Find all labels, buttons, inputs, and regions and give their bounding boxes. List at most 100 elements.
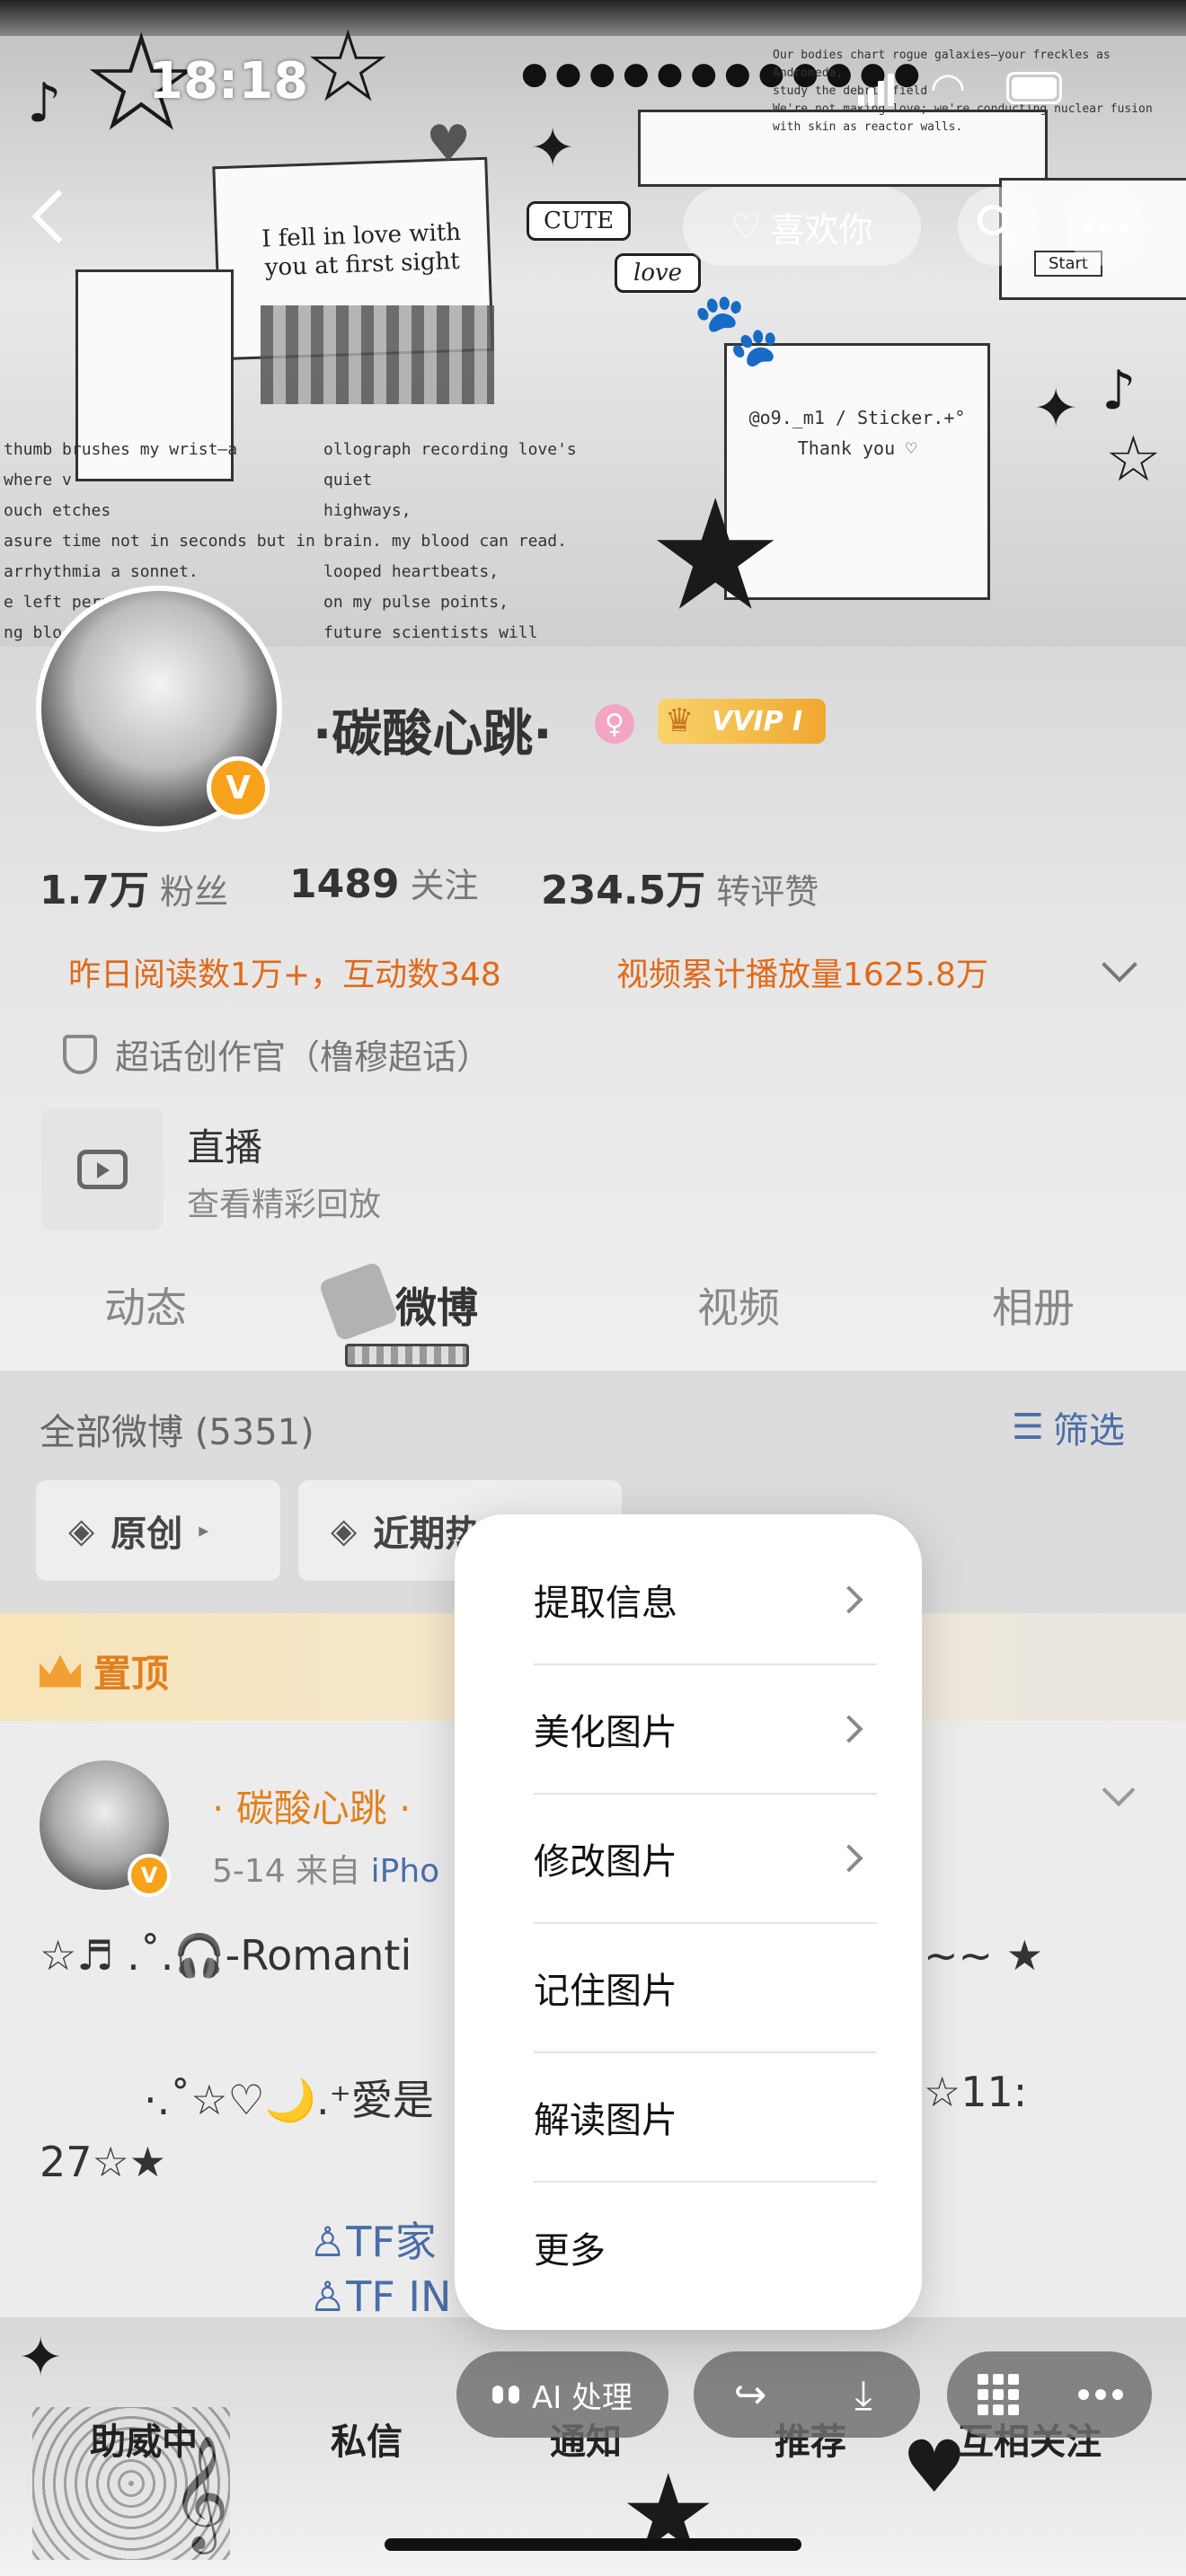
stat-label: 关注 bbox=[410, 866, 479, 905]
post-text-line: ☆♬ .˚.🎧-Romanti bbox=[40, 1931, 412, 1980]
menu-item-edit-image[interactable]: 修改图片 bbox=[534, 1795, 877, 1924]
female-gender-icon: ♀ bbox=[595, 704, 634, 744]
tab-video[interactable]: 视频 bbox=[697, 1275, 780, 1335]
image-context-menu: 提取信息 美化图片 修改图片 记住图片 解读图片 更多 bbox=[455, 1514, 922, 2330]
tab-album[interactable]: 相册 bbox=[992, 1275, 1075, 1335]
mention-label: TF IN bbox=[346, 2272, 452, 2321]
collage-text-mid: ollograph recording love's quiet highway… bbox=[323, 435, 593, 647]
mention-label: TF家 bbox=[346, 2218, 437, 2266]
share-icon[interactable]: ↪ bbox=[725, 2369, 775, 2420]
post-text-line: ·.˚☆♡🌙.⁺愛是 bbox=[144, 2076, 434, 2124]
search-button[interactable] bbox=[958, 187, 1037, 266]
tab-weibo[interactable]: 微博 bbox=[395, 1275, 478, 1335]
post-text-line-tail: ☆11: bbox=[924, 2068, 1028, 2116]
post-mention-link[interactable]: ♙TF IN bbox=[309, 2272, 451, 2321]
verified-badge-icon: V bbox=[128, 1854, 171, 1897]
chevron-right-icon bbox=[835, 1715, 863, 1743]
more-dot bbox=[1117, 221, 1128, 232]
crown-icon: ♛ bbox=[665, 702, 695, 739]
more-button[interactable] bbox=[1066, 187, 1145, 266]
more-dot bbox=[1100, 221, 1111, 232]
vvip-badge[interactable]: ♛ VVIP I bbox=[658, 699, 827, 744]
more-dot bbox=[1083, 221, 1093, 232]
filter-button[interactable]: ☰ 筛选 bbox=[1012, 1401, 1125, 1453]
collage-line: ollograph recording love's quiet bbox=[323, 440, 577, 490]
person-icon: ♙ bbox=[309, 2272, 347, 2321]
chip-original-label: 原创 bbox=[111, 1513, 183, 1555]
tab-activity[interactable]: 动态 bbox=[104, 1275, 187, 1335]
collage-line: brain. my blood can read. bbox=[323, 532, 567, 551]
collage-line: highways, bbox=[323, 501, 412, 520]
sticker-thanks: Thank you ♡ bbox=[797, 437, 917, 459]
menu-item-label: 提取信息 bbox=[534, 1583, 677, 1624]
heart-icon: ♥ bbox=[902, 2425, 967, 2509]
sticker-credit: @o9._m1 / Sticker.+° bbox=[748, 407, 966, 428]
star-icon: ✦ bbox=[1033, 377, 1079, 440]
post-author-name[interactable]: · 碳酸心跳 · bbox=[212, 1778, 411, 1833]
post-mention-link[interactable]: ♙TF家 bbox=[309, 2210, 437, 2269]
menu-item-label: 解读图片 bbox=[534, 2100, 677, 2141]
grid-more-toolbar bbox=[947, 2351, 1152, 2438]
post-text-line-tail: ~~ ★ bbox=[924, 1931, 1043, 1980]
stat-label: 转评赞 bbox=[716, 872, 819, 912]
ai-process-label: AI 处理 bbox=[531, 2379, 633, 2416]
more-icon[interactable] bbox=[1075, 2369, 1126, 2420]
download-icon[interactable]: ⤓ bbox=[838, 2369, 889, 2420]
chip-original[interactable]: ◈ 原创 ▸ bbox=[36, 1480, 280, 1581]
post-meta: 5-14 来自 iPho bbox=[212, 1845, 439, 1892]
menu-item-interpret-image[interactable]: 解读图片 bbox=[534, 2053, 877, 2183]
video-stat-pill[interactable]: 视频累计播放量1625.8万 bbox=[593, 941, 1012, 1002]
collage-line: on my pulse points, bbox=[323, 593, 509, 612]
bottom-tab-support[interactable]: 助威中 bbox=[90, 2413, 198, 2465]
bottom-tab-message[interactable]: 私信 bbox=[331, 2413, 403, 2465]
post-date: 5-14 bbox=[212, 1853, 286, 1890]
stat-number: 234.5万 bbox=[541, 868, 706, 913]
live-entry-icon[interactable] bbox=[41, 1108, 164, 1231]
pinned-label: 置顶 bbox=[93, 1652, 170, 1696]
read-stat-pill[interactable]: 昨日阅读数1万+，互动数348 bbox=[45, 941, 525, 1002]
follow-label: 喜欢你 bbox=[770, 209, 873, 250]
post-count-label: 全部微博 (5351) bbox=[40, 1412, 314, 1453]
follow-button[interactable]: ♡ 喜欢你 bbox=[683, 187, 921, 266]
star-icon: ✦ bbox=[18, 2326, 64, 2389]
layers-icon: ◈ bbox=[68, 1511, 95, 1550]
battery-icon bbox=[1006, 72, 1062, 104]
love-note-text: I fell in love with you at first sight bbox=[261, 218, 462, 282]
menu-item-beautify-image[interactable]: 美化图片 bbox=[534, 1665, 877, 1795]
menu-item-label: 美化图片 bbox=[534, 1712, 677, 1753]
ai-process-button[interactable]: AI 处理 bbox=[456, 2351, 668, 2438]
profile-username: ·碳酸心跳· bbox=[313, 705, 553, 763]
menu-item-more[interactable]: 更多 bbox=[534, 2183, 877, 2312]
active-tab-indicator bbox=[345, 1344, 469, 1367]
star-icon: ✦ bbox=[530, 117, 576, 180]
collage-line: future scientists will carbon-date this … bbox=[323, 623, 538, 642]
stat-following[interactable]: 1489 关注 bbox=[289, 858, 478, 907]
home-indicator bbox=[385, 2538, 801, 2551]
stat-fans[interactable]: 1.7万 粉丝 bbox=[40, 858, 228, 915]
paw-icon: 🐾 bbox=[692, 287, 782, 371]
heart-icon: ♥ bbox=[426, 115, 472, 173]
post-source-link[interactable]: iPho bbox=[371, 1853, 440, 1890]
signal-icon bbox=[858, 70, 894, 106]
layers-icon: ◈ bbox=[331, 1511, 358, 1550]
star-icon: ★ bbox=[647, 467, 784, 645]
menu-item-remember-image[interactable]: 记住图片 bbox=[534, 1924, 877, 2053]
caret-right-icon: ▸ bbox=[199, 1519, 209, 1542]
plaid-patch bbox=[261, 305, 494, 404]
verified-badge-icon: V bbox=[207, 756, 270, 819]
cute-bubble: CUTE bbox=[527, 201, 632, 241]
search-icon bbox=[978, 205, 1008, 235]
grid-icon[interactable] bbox=[973, 2369, 1023, 2420]
menu-item-extract-info[interactable]: 提取信息 bbox=[534, 1536, 877, 1665]
collage-line: Our bodies chart rogue galaxies—your fre… bbox=[773, 49, 1111, 80]
pinned-label-row: 置顶 bbox=[40, 1644, 169, 1698]
super-topic-row[interactable]: 超话创作官（橹穆超话） bbox=[63, 1029, 491, 1079]
stat-number: 1489 bbox=[289, 861, 400, 907]
shield-icon bbox=[63, 1034, 97, 1074]
menu-item-label: 修改图片 bbox=[534, 1841, 677, 1883]
status-time: 18:18 bbox=[148, 52, 309, 110]
star-icon: ☆ bbox=[304, 9, 393, 124]
live-title[interactable]: 直播 bbox=[187, 1117, 262, 1172]
star-icon: ☆ bbox=[1105, 422, 1162, 496]
stat-interactions[interactable]: 234.5万 转评赞 bbox=[541, 858, 819, 915]
